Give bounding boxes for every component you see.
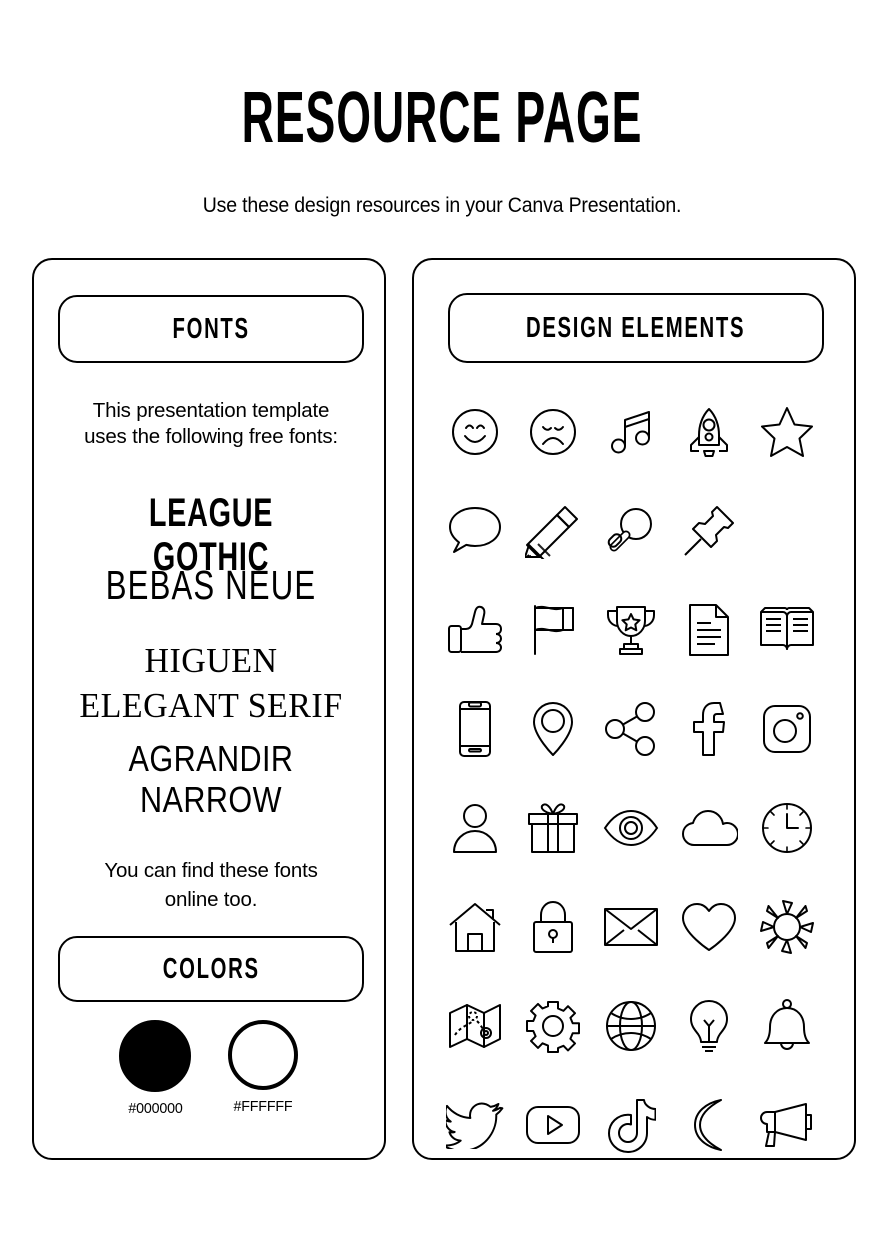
fonts-intro-line1: This presentation template [92, 399, 330, 422]
page-title: RESOURCE PAGE [241, 78, 643, 158]
document-icon [670, 580, 748, 679]
user-icon [436, 778, 514, 877]
design-elements-section-label: DESIGN ELEMENTS [526, 311, 746, 344]
flag-icon [514, 580, 592, 679]
share-icon [592, 679, 670, 778]
gear-icon [514, 976, 592, 1075]
fonts-section-label: FONTS [172, 312, 250, 345]
font-sample-higuen-elegant-serif: HIGUEN ELEGANT SERIF [47, 638, 375, 728]
instagram-icon [748, 679, 826, 778]
map-icon [436, 976, 514, 1075]
youtube-icon [514, 1075, 592, 1174]
pencil-icon [514, 481, 592, 580]
location-pin-icon [514, 679, 592, 778]
cloud-icon [670, 778, 748, 877]
color-swatch-list: #000000 #FFFFFF [34, 1020, 384, 1118]
lock-icon [514, 877, 592, 976]
design-elements-section-header: DESIGN ELEMENTS [448, 293, 824, 363]
sad-face-icon [514, 382, 592, 481]
facebook-icon [670, 679, 748, 778]
moon-icon [670, 1075, 748, 1174]
music-note-icon [592, 382, 670, 481]
tiktok-icon [592, 1075, 670, 1174]
magnifier-icon [592, 481, 670, 580]
font-sample-higuen-line1: HIGUEN [144, 641, 278, 680]
pushpin-icon [670, 481, 748, 580]
color-chip-white [228, 1020, 298, 1090]
fonts-intro-text: This presentation template uses the foll… [52, 398, 370, 450]
lightbulb-icon [670, 976, 748, 1075]
star-icon [748, 382, 826, 481]
fonts-section-header: FONTS [58, 295, 364, 363]
font-sample-agrandir-narrow: AGRANDIR NARROW [67, 738, 354, 820]
design-elements-panel: DESIGN ELEMENTS [412, 258, 856, 1160]
rocket-icon [670, 382, 748, 481]
envelope-icon [592, 877, 670, 976]
color-hex-white: #FFFFFF [233, 1098, 293, 1115]
font-sample-agrandir-line2: NARROW [140, 779, 282, 820]
twitter-icon [436, 1075, 514, 1174]
globe-icon [592, 976, 670, 1075]
fonts-outro-line2: online too. [164, 888, 258, 911]
sun-icon [748, 877, 826, 976]
speech-bubble-icon [436, 481, 514, 580]
trophy-icon [592, 580, 670, 679]
clock-icon [748, 778, 826, 877]
fonts-panel: FONTS This presentation template uses th… [32, 258, 386, 1160]
open-book-icon [748, 580, 826, 679]
color-hex-black: #000000 [127, 1100, 183, 1117]
color-swatch-white: #FFFFFF [218, 1020, 308, 1118]
heart-icon [670, 877, 748, 976]
color-swatch-black: #000000 [110, 1020, 200, 1118]
fonts-outro-line1: You can find these fonts [104, 859, 318, 882]
font-sample-higuen-line2: ELEGANT SERIF [79, 686, 343, 725]
page-subtitle: Use these design resources in your Canva… [202, 194, 682, 217]
thumbs-up-icon [436, 580, 514, 679]
megaphone-icon [748, 1075, 826, 1174]
colors-section-header: COLORS [58, 936, 364, 1002]
house-icon [436, 877, 514, 976]
fonts-intro-line2: uses the following free fonts: [84, 425, 338, 448]
color-chip-black [119, 1020, 191, 1092]
font-sample-bebas-neue: BEBAS NEUE [105, 562, 317, 608]
gift-icon [514, 778, 592, 877]
eye-icon [592, 778, 670, 877]
bell-icon [748, 976, 826, 1075]
icon-grid [436, 382, 832, 1174]
colors-section-label: COLORS [162, 952, 260, 985]
fonts-outro-text: You can find these fonts online too. [52, 856, 370, 914]
smiley-face-icon [436, 382, 514, 481]
font-sample-agrandir-line1: AGRANDIR [128, 738, 294, 779]
smartphone-icon [436, 679, 514, 778]
